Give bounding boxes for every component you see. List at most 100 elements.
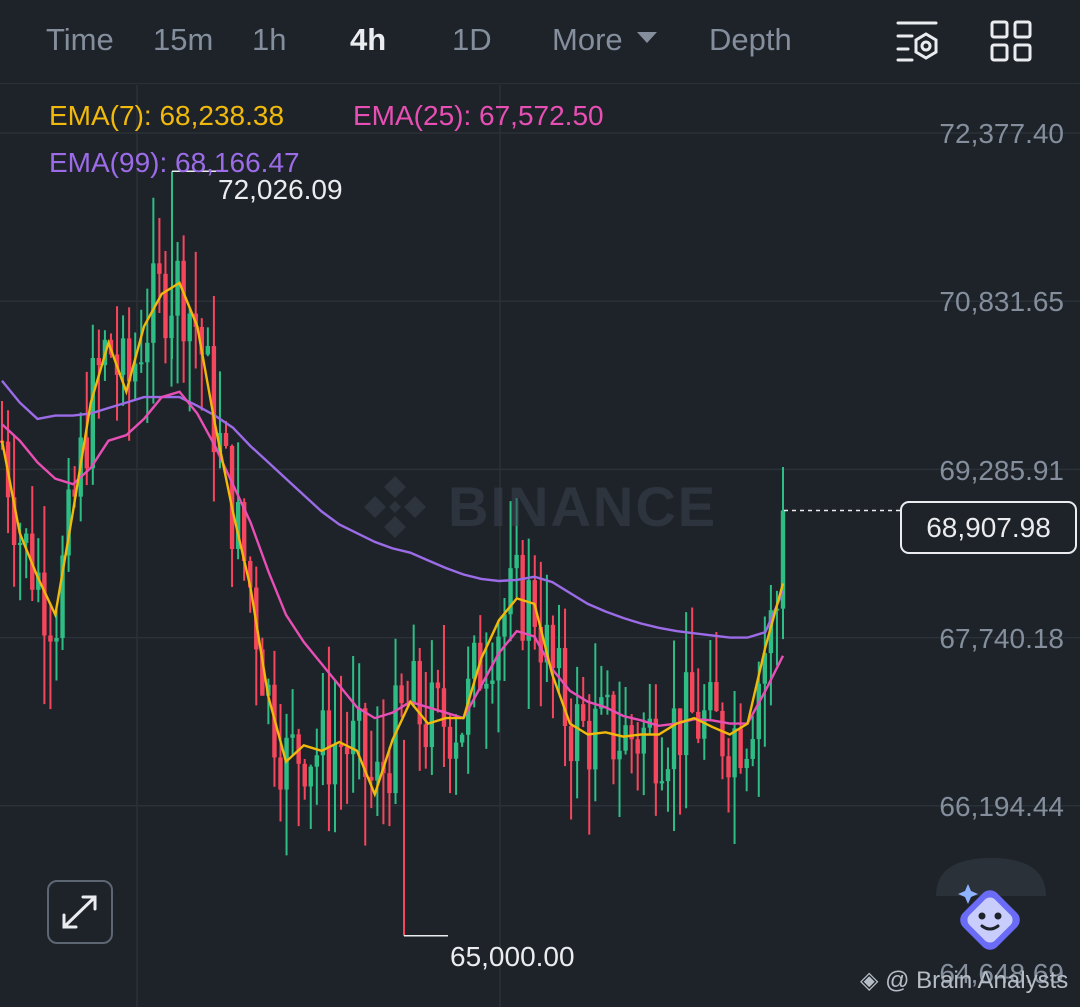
- candle-body: [750, 739, 755, 759]
- ema7-legend: EMA(7): 68,238.38: [49, 100, 285, 131]
- candle-body: [314, 755, 320, 767]
- binance-square-icon: ◈: [860, 967, 886, 994]
- candle-body: [54, 637, 59, 642]
- candle-body: [732, 728, 737, 778]
- candle-body: [683, 672, 689, 756]
- tab-15m[interactable]: 15m: [153, 20, 213, 60]
- candle-body: [48, 635, 53, 642]
- candle-body: [671, 708, 677, 770]
- candle-body: [587, 720, 592, 770]
- author-credit: ◈ @ Brain Analysts: [860, 966, 1068, 996]
- candle-body: [411, 661, 416, 705]
- candle-body: [139, 362, 144, 365]
- candle-body: [659, 781, 665, 784]
- candle-body: [17, 542, 23, 546]
- candle-body: [744, 758, 749, 769]
- candle-body: [24, 533, 29, 543]
- price-axis-label: 66,194.44: [939, 791, 1064, 822]
- candle-body: [708, 682, 713, 711]
- ema25-legend: EMA(25): 67,572.50: [353, 100, 604, 131]
- candle-body: [611, 694, 616, 760]
- expand-arrows-icon: [62, 895, 97, 929]
- tab-time[interactable]: Time: [46, 20, 114, 60]
- candle-body: [211, 346, 217, 453]
- candle-body: [181, 260, 186, 342]
- candle-body: [96, 358, 102, 366]
- candle-body: [399, 685, 404, 704]
- candle-body: [284, 737, 289, 790]
- candle-body: [223, 432, 229, 446]
- candle-body: [447, 726, 453, 759]
- tab-depth[interactable]: Depth: [709, 20, 792, 60]
- candle-body: [308, 766, 313, 787]
- candle-body: [145, 342, 150, 363]
- candle-body: [689, 672, 695, 712]
- candle-body: [653, 718, 659, 784]
- tab-1h[interactable]: 1h: [252, 20, 286, 60]
- candle-body: [441, 688, 447, 727]
- candle-body: [187, 313, 192, 342]
- price-axis-label: 67,740.18: [939, 623, 1064, 654]
- price-axis-label: 69,285.91: [939, 455, 1064, 486]
- candle-body: [435, 682, 441, 689]
- candle-body: [550, 624, 556, 669]
- price-axis-label: 70,831.65: [939, 286, 1064, 317]
- candle-body: [520, 554, 525, 641]
- candle-body: [720, 710, 725, 757]
- candle-body: [175, 260, 180, 316]
- candle-body: [738, 728, 743, 769]
- candle-body: [677, 708, 683, 756]
- candle-body: [290, 734, 295, 738]
- binance-watermark: BINANCE: [360, 472, 740, 542]
- candle-body: [756, 683, 761, 740]
- candle-body: [574, 704, 580, 762]
- candle-body: [556, 648, 562, 669]
- candle-body: [714, 682, 719, 711]
- candle-body: [526, 580, 531, 641]
- tab-more-label: More: [552, 22, 623, 57]
- candle-body: [605, 694, 610, 698]
- settings-sliders-icon[interactable]: [894, 18, 940, 64]
- candle-body: [387, 773, 392, 794]
- candle-body: [278, 757, 283, 790]
- candle-body: [120, 338, 126, 375]
- grid-layout-icon[interactable]: [988, 18, 1034, 64]
- candle-body: [635, 739, 640, 754]
- candle-body: [157, 263, 162, 274]
- candle-body: [163, 273, 168, 339]
- ema25-line: [1, 390, 785, 728]
- high-price-annotation: 72,026.09: [218, 174, 343, 205]
- tab-more[interactable]: More: [552, 20, 657, 60]
- candle-body: [490, 680, 495, 684]
- candle-body: [302, 763, 307, 787]
- candle-body: [459, 734, 465, 743]
- tab-1d[interactable]: 1D: [452, 20, 492, 60]
- chart-toolbar: Time 15m 1h 4h 1D More Depth: [0, 0, 1080, 84]
- candle-body: [344, 747, 350, 755]
- candle-body: [696, 711, 701, 739]
- candle-body: [514, 554, 519, 569]
- candle-body: [641, 727, 646, 754]
- low-price-annotation: 65,000.00: [450, 941, 575, 972]
- binance-logo-icon: [364, 476, 426, 538]
- candle-body: [502, 614, 507, 637]
- candle-body: [205, 346, 211, 355]
- ai-assistant-button[interactable]: [936, 858, 1046, 968]
- candle-body: [375, 761, 380, 781]
- price-axis-label: 72,377.40: [939, 118, 1064, 149]
- fullscreen-button[interactable]: [47, 880, 113, 944]
- candle-body: [593, 708, 598, 770]
- watermark-text: BINANCE: [448, 475, 718, 538]
- candle-body: [581, 704, 586, 721]
- candle-body: [568, 726, 574, 762]
- chevron-down-icon: [636, 32, 657, 44]
- candle-body: [623, 725, 628, 751]
- candle-body: [617, 750, 622, 760]
- candlestick-series: [0, 171, 786, 936]
- candle-body: [484, 683, 489, 689]
- last-price-tag: 68,907.98: [900, 501, 1077, 554]
- candle-body: [629, 725, 634, 740]
- tab-4h[interactable]: 4h: [350, 20, 386, 60]
- candle-body: [429, 682, 435, 748]
- robot-assistant-icon: [936, 858, 1046, 950]
